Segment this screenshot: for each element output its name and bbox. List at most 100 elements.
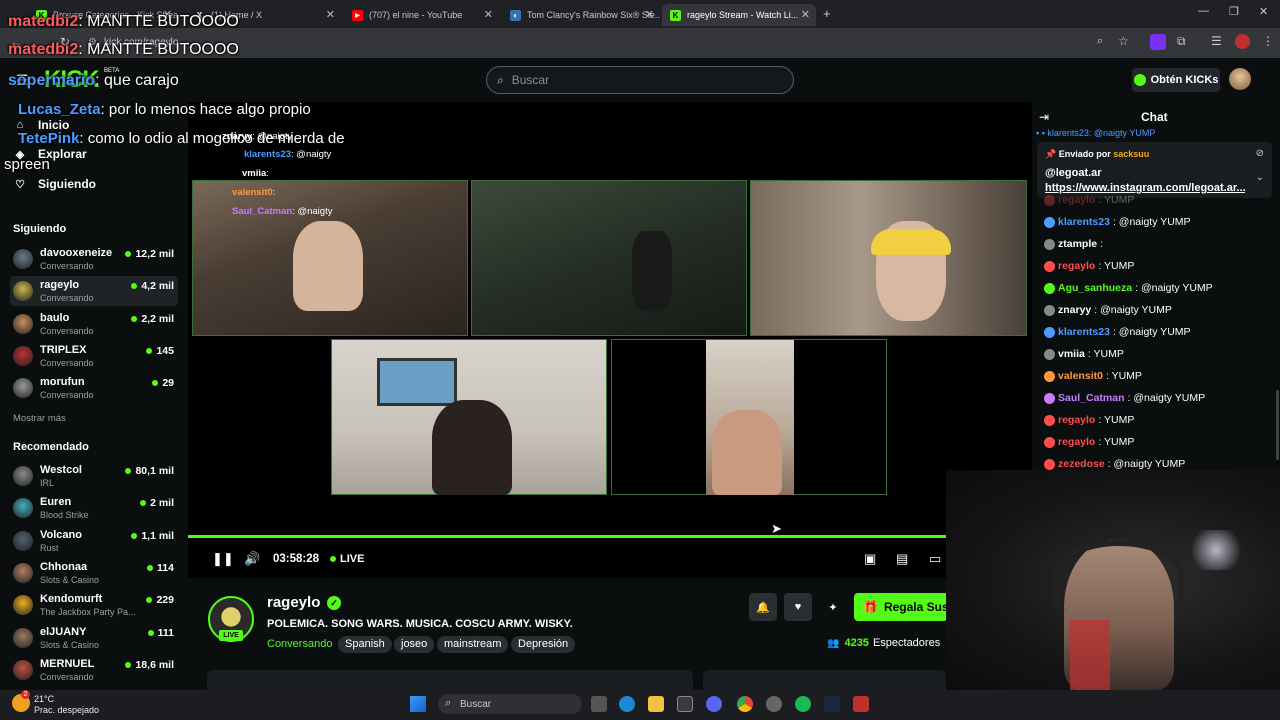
miniplayer-icon[interactable]: ▣ — [864, 551, 876, 567]
chat-message[interactable]: regaylo: YUMP — [1044, 414, 1134, 426]
progress-bar[interactable] — [188, 535, 946, 538]
search-input[interactable]: ⌕ Buscar — [486, 66, 794, 94]
channel-avatar — [13, 498, 33, 519]
sidebar-channel[interactable]: Westcol IRL 80,1 mil — [10, 461, 178, 491]
sidebar-channel[interactable]: elJUANY Slots & Casino 111 — [10, 623, 178, 653]
sidebar-channel[interactable]: MERNUEL Conversando 18,6 mil — [10, 655, 178, 685]
tag-joseo[interactable]: joseo — [394, 636, 435, 653]
profile-icon[interactable] — [1235, 34, 1250, 49]
notification-bell-icon[interactable]: 🔔 — [749, 593, 777, 621]
minimize-icon[interactable]: — — [1198, 5, 1209, 17]
nav-item-following[interactable]: ♡ Siguiendo — [14, 177, 96, 191]
search-icon: ⌕ — [445, 697, 452, 709]
sidebar-channel[interactable]: morufun Conversando 29 — [10, 373, 178, 403]
collapse-chat-icon[interactable]: ⇥ — [1039, 110, 1049, 124]
zoom-icon[interactable]: ⌕ — [1097, 35, 1103, 48]
clip-icon[interactable]: ▤ — [896, 551, 908, 567]
channel-category: Conversando — [40, 390, 94, 401]
chat-scrollbar[interactable] — [1276, 390, 1279, 460]
chat-message[interactable]: klarents23: @naigty YUMP — [1044, 326, 1191, 338]
get-kicks-button[interactable]: Obtén KICKs — [1132, 68, 1220, 92]
more-menu-icon[interactable]: ⋮ — [1262, 34, 1274, 48]
chat-message[interactable]: vmiia: YUMP — [1044, 348, 1124, 360]
pause-icon[interactable]: ❚❚ — [212, 551, 234, 567]
sidebar-channel[interactable]: rageylo Conversando 4,2 mil — [10, 276, 178, 307]
viewer-count: 2 mil — [140, 497, 174, 509]
viewer-count: 2,2 mil — [131, 313, 174, 325]
chrome-icon[interactable] — [737, 696, 753, 712]
live-dot-icon — [131, 315, 138, 322]
weather-widget[interactable]: 21°C Prac. despejado — [34, 694, 99, 716]
maximize-icon[interactable]: ❐ — [1229, 5, 1239, 18]
close-tab-icon[interactable]: ✕ — [484, 8, 493, 21]
tag-spanish[interactable]: Spanish — [338, 636, 392, 653]
tag-mainstream[interactable]: mainstream — [437, 636, 509, 653]
show-more-link[interactable]: Mostrar más — [13, 413, 66, 424]
stream-category[interactable]: Conversando — [267, 638, 332, 650]
channel-name: morufun — [40, 376, 85, 389]
extension-icon[interactable] — [1150, 34, 1166, 50]
chat-message[interactable]: ztample: — [1044, 238, 1103, 250]
unpin-icon[interactable]: ⊘ — [1256, 148, 1264, 159]
chat-message[interactable]: Saul_Catman: @naigty YUMP — [1044, 392, 1205, 404]
channel-avatar — [13, 313, 33, 334]
pinned-link[interactable]: https://www.instagram.com/legoat.ar... — [1045, 182, 1245, 194]
windows-start-icon[interactable] — [410, 696, 426, 712]
file-explorer-icon[interactable] — [648, 696, 664, 712]
expand-chevron-icon[interactable]: ⌄ — [1256, 172, 1264, 183]
extensions-puzzle-icon[interactable]: ⧉ — [1177, 34, 1186, 49]
sidebar-channel[interactable]: Chhonaa Slots & Casino 114 — [10, 558, 178, 588]
tab-rageylo-stream[interactable]: K rageylo Stream - Watch Li... ✕ — [662, 4, 816, 26]
close-window-icon[interactable]: ✕ — [1259, 5, 1268, 18]
close-tab-icon[interactable]: ✕ — [326, 8, 335, 21]
pinned-message[interactable]: 📌 Enviado por sacksuu ⊘ @legoat.ar https… — [1037, 142, 1272, 198]
chat-message[interactable]: klarents23: @naigty YUMP — [1044, 216, 1191, 228]
video-player[interactable] — [188, 102, 1032, 578]
sidebar-channel[interactable]: baulo Conversando 2,2 mil — [10, 309, 178, 339]
tab-search-icon[interactable]: ☰ — [1211, 34, 1222, 48]
edge-icon[interactable] — [619, 696, 635, 712]
sidebar-channel[interactable]: Volcano Rust 1,1 mil — [10, 526, 178, 556]
volume-icon[interactable]: 🔊 — [244, 551, 260, 567]
live-indicator[interactable]: LIVE — [330, 553, 364, 565]
streamer-webcam — [946, 470, 1280, 690]
steam-icon[interactable] — [824, 696, 840, 712]
close-tab-icon[interactable]: ✕ — [645, 8, 654, 21]
chat-message[interactable]: regaylo: YUMP — [1044, 260, 1134, 272]
tag-depresion[interactable]: Depresión — [511, 636, 576, 653]
chat-message[interactable]: znaryy: @naigty YUMP — [1044, 304, 1172, 316]
discord-icon[interactable] — [706, 696, 722, 712]
sidebar-channel[interactable]: davooxeneize Conversando 12,2 mil — [10, 244, 178, 274]
store-icon[interactable] — [677, 696, 693, 712]
sidebar-channel[interactable]: TRIPLEX Conversando 145 — [10, 341, 178, 371]
spotify-icon[interactable] — [795, 696, 811, 712]
channel-name: Kendomurft — [40, 593, 103, 606]
sidebar-channel[interactable]: Euren Blood Strike 2 mil — [10, 493, 178, 523]
task-view-icon[interactable] — [591, 696, 607, 712]
channel-name[interactable]: rageylo — [267, 594, 320, 611]
chat-scrolled-message: ▪ ▪ klarents23: @naigty YUMP — [1036, 128, 1156, 138]
chat-message[interactable]: valensit0: YUMP — [1044, 370, 1142, 382]
sparkle-icon[interactable]: ✦ — [819, 593, 847, 621]
tab-rainbow-six[interactable]: ◐ Tom Clancy's Rainbow Six® Sie... ✕ — [502, 4, 660, 26]
taskbar-search-input[interactable]: ⌕ Buscar — [438, 694, 582, 714]
chat-message[interactable]: regaylo: YUMP — [1044, 436, 1134, 448]
overlay-chat-line: Lucas_Zeta: por lo menos hace algo propi… — [18, 101, 311, 118]
user-avatar[interactable] — [1229, 68, 1251, 90]
close-tab-icon[interactable]: ✕ — [801, 8, 810, 21]
chat-message[interactable]: regaylo: YUMP — [1044, 194, 1134, 206]
theater-mode-icon[interactable]: ▭ — [929, 551, 941, 567]
sidebar-channel[interactable]: Kendomurft The Jackbox Party Pa... 229 — [10, 590, 178, 620]
chat-message[interactable]: Agu_sanhueza: @naigty YUMP — [1044, 282, 1213, 294]
obs-icon[interactable] — [766, 696, 782, 712]
gift-subscription-button[interactable]: 🎁 Regala Susc — [854, 593, 948, 621]
bookmark-star-icon[interactable]: ☆ — [1118, 34, 1129, 48]
overlay-chat-line: spreen — [4, 156, 50, 173]
user-badge-icon — [1044, 238, 1055, 250]
live-dot-icon — [152, 380, 159, 387]
chat-message[interactable]: zezedose: @naigty YUMP — [1044, 458, 1185, 470]
app-icon[interactable] — [853, 696, 869, 712]
tab-youtube[interactable]: ▶ (707) el nine - YouTube ✕ — [344, 4, 499, 26]
new-tab-button[interactable]: + — [823, 6, 831, 21]
follow-heart-icon[interactable]: ♥ — [784, 593, 812, 621]
